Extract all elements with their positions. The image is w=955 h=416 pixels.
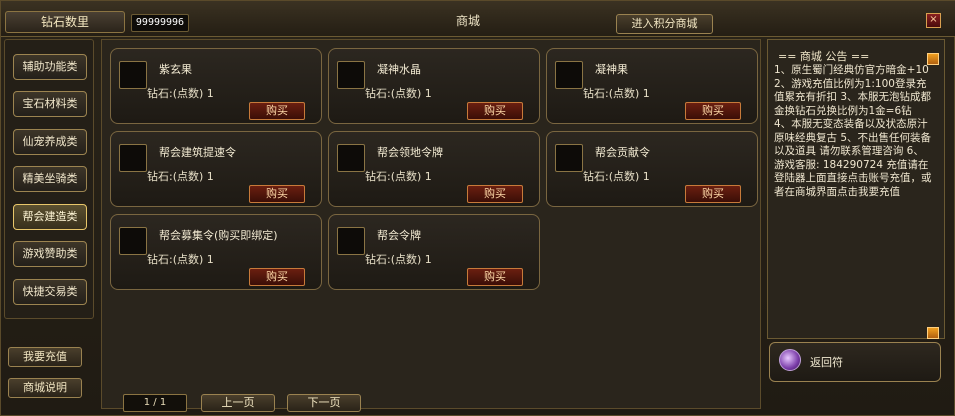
category-trade[interactable]: 快捷交易类 xyxy=(13,279,87,305)
category-gems[interactable]: 宝石材料类 xyxy=(13,91,87,117)
item-card: 帮会令牌 钻石:(点数) 1 购买 xyxy=(328,214,540,290)
buy-button[interactable]: 购买 xyxy=(249,102,305,120)
item-name: 帮会贡献令 xyxy=(595,146,650,159)
fruit-icon[interactable] xyxy=(119,61,147,89)
return-orb-icon xyxy=(779,349,801,371)
scroll-icon[interactable] xyxy=(119,144,147,172)
buy-button[interactable]: 购买 xyxy=(249,268,305,286)
buy-button[interactable]: 购买 xyxy=(249,185,305,203)
category-assist[interactable]: 辅助功能类 xyxy=(13,54,87,80)
item-name: 凝神水晶 xyxy=(377,63,421,76)
category-sidebar: 辅助功能类 宝石材料类 仙宠养成类 精美坐骑类 帮会建造类 游戏赞助类 快捷交易… xyxy=(4,39,94,319)
item-price: 钻石:(点数) 1 xyxy=(583,87,650,100)
item-name: 帮会令牌 xyxy=(377,229,421,242)
close-icon[interactable]: × xyxy=(926,13,941,28)
next-page-button[interactable]: 下一页 xyxy=(287,394,361,412)
points-shop-button[interactable]: 进入积分商城 xyxy=(616,14,713,34)
item-card: 帮会募集令(购买即绑定) 钻石:(点数) 1 购买 xyxy=(110,214,322,290)
fire-crystal-icon[interactable] xyxy=(337,61,365,89)
item-card: 紫玄果 钻石:(点数) 1 购买 xyxy=(110,48,322,124)
return-label: 返回符 xyxy=(810,356,843,369)
item-card: 帮会贡献令 钻石:(点数) 1 购买 xyxy=(546,131,758,207)
item-name: 紫玄果 xyxy=(159,63,192,76)
diamond-label: 钻石数里 xyxy=(5,11,125,33)
diamond-balance: 99999996 xyxy=(131,14,189,32)
buy-button[interactable]: 购买 xyxy=(467,102,523,120)
shop-window: 钻石数里 99999996 商城 进入积分商城 × 辅助功能类 宝石材料类 仙宠… xyxy=(0,0,955,416)
buy-button[interactable]: 购买 xyxy=(467,268,523,286)
item-price: 钻石:(点数) 1 xyxy=(365,253,432,266)
category-pets[interactable]: 仙宠养成类 xyxy=(13,129,87,155)
item-name: 帮会领地令牌 xyxy=(377,146,443,159)
recharge-button[interactable]: 我要充值 xyxy=(8,347,82,367)
item-price: 钻石:(点数) 1 xyxy=(147,87,214,100)
item-name: 凝神果 xyxy=(595,63,628,76)
item-card: 凝神果 钻石:(点数) 1 购买 xyxy=(546,48,758,124)
category-guild-build[interactable]: 帮会建造类 xyxy=(13,204,87,230)
item-card: 帮会领地令牌 钻石:(点数) 1 购买 xyxy=(328,131,540,207)
category-mounts[interactable]: 精美坐骑类 xyxy=(13,166,87,192)
banner-icon[interactable] xyxy=(119,227,147,255)
window-title: 商城 xyxy=(456,14,481,28)
notice-panel: == 商城 公告 == 1、原生蜀门经典仿官方暗金+10 2、游戏充值比例为1:… xyxy=(767,39,945,339)
shop-help-button[interactable]: 商城说明 xyxy=(8,378,82,398)
item-price: 钻石:(点数) 1 xyxy=(147,253,214,266)
badge-icon[interactable] xyxy=(555,144,583,172)
category-sponsor[interactable]: 游戏赞助类 xyxy=(13,241,87,267)
item-price: 钻石:(点数) 1 xyxy=(583,170,650,183)
scroll-down-icon[interactable] xyxy=(927,327,939,339)
tag-icon[interactable] xyxy=(337,227,365,255)
scroll-up-icon[interactable] xyxy=(927,53,939,65)
notice-title: == 商城 公告 == xyxy=(778,50,870,63)
page-indicator: 1 / 1 xyxy=(123,394,187,412)
buy-button[interactable]: 购买 xyxy=(685,102,741,120)
item-card: 帮会建筑提速令 钻石:(点数) 1 购买 xyxy=(110,131,322,207)
red-fruit-icon[interactable] xyxy=(555,61,583,89)
notice-body: 1、原生蜀门经典仿官方暗金+10 2、游戏充值比例为1:100登录充值累充有折扣… xyxy=(774,64,932,198)
item-price: 钻石:(点数) 1 xyxy=(365,87,432,100)
item-grid: 紫玄果 钻石:(点数) 1 购买 凝神水晶 钻石:(点数) 1 购买 凝神果 钻… xyxy=(101,39,761,409)
item-name: 帮会建筑提速令 xyxy=(159,146,236,159)
item-name: 帮会募集令(购买即绑定) xyxy=(159,229,278,242)
item-price: 钻石:(点数) 1 xyxy=(147,170,214,183)
token-icon[interactable] xyxy=(337,144,365,172)
return-scroll-slot[interactable]: 返回符 xyxy=(769,342,941,382)
item-price: 钻石:(点数) 1 xyxy=(365,170,432,183)
top-bar: 钻石数里 99999996 商城 进入积分商城 × xyxy=(1,1,955,37)
item-card: 凝神水晶 钻石:(点数) 1 购买 xyxy=(328,48,540,124)
prev-page-button[interactable]: 上一页 xyxy=(201,394,275,412)
buy-button[interactable]: 购买 xyxy=(467,185,523,203)
buy-button[interactable]: 购买 xyxy=(685,185,741,203)
